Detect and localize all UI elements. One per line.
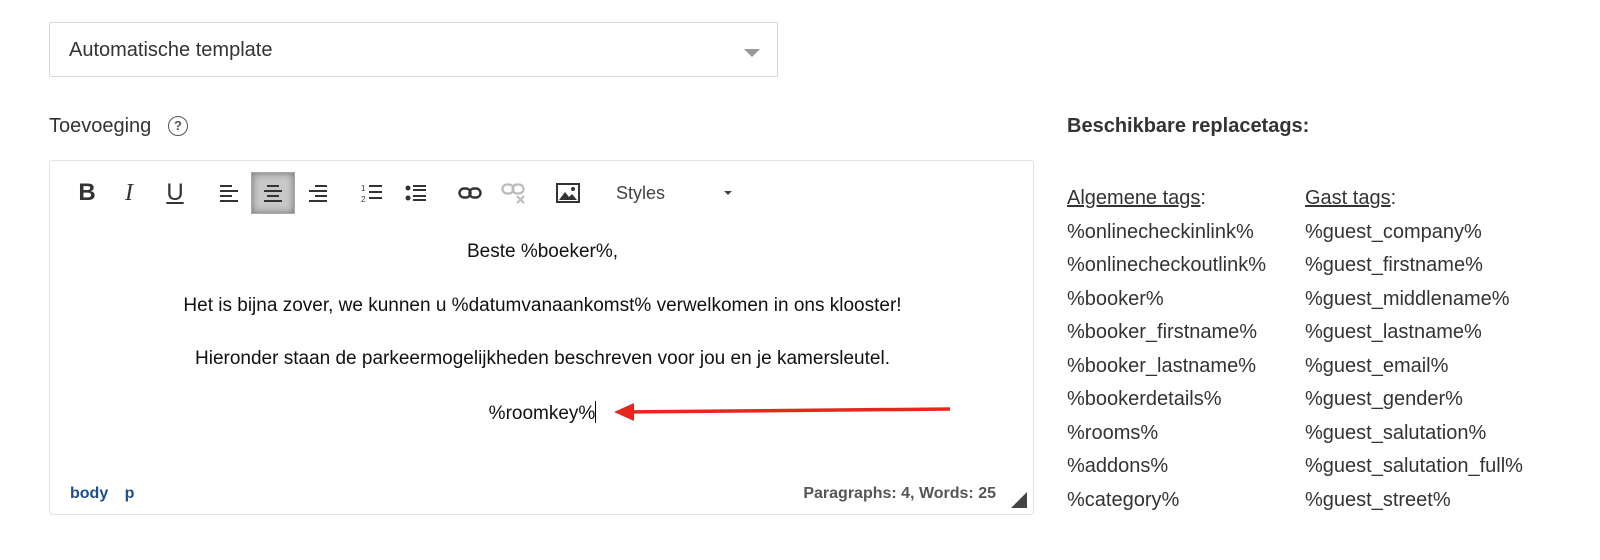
- general-tags-heading: Algemene tags:: [1067, 187, 1206, 209]
- styles-dropdown[interactable]: Styles: [616, 183, 665, 204]
- bold-button[interactable]: B: [65, 172, 109, 214]
- underline-button[interactable]: U: [153, 172, 197, 214]
- insert-image-button[interactable]: [546, 172, 590, 214]
- tag-item: %addons%: [1067, 455, 1169, 477]
- resize-handle[interactable]: [1011, 492, 1027, 508]
- tag-item: %guest_street%: [1305, 488, 1451, 511]
- numbered-list-icon: 1 2: [361, 184, 382, 203]
- svg-text:2: 2: [361, 195, 366, 203]
- tag-item: %booker_firstname%: [1067, 321, 1258, 343]
- help-icon[interactable]: ?: [168, 116, 188, 136]
- link-button[interactable]: [448, 172, 492, 214]
- general-tags-column: Algemene tags: %onlinecheckinlink% %onli…: [1067, 182, 1266, 517]
- guest-tags-heading-text: Gast tags: [1305, 187, 1391, 209]
- element-path: body p: [70, 485, 146, 503]
- tag-item: %guest_email%: [1305, 354, 1449, 377]
- unlink-icon: [501, 183, 525, 204]
- bullet-list-icon: [405, 185, 426, 201]
- editor-paragraph: Beste %boeker%,: [466, 241, 619, 262]
- guest-tags-column: Gast tags: %guest_company% %guest_firstn…: [1305, 182, 1523, 517]
- editor-paragraph: Hieronder staan de parkeermogelijkheden …: [195, 348, 890, 369]
- align-right-icon: [309, 185, 327, 202]
- svg-text:1: 1: [361, 184, 366, 193]
- tag-item: %onlinecheckinlink%: [1067, 220, 1254, 243]
- roomkey-text: %roomkey%: [488, 403, 596, 424]
- arrow-annotation: [614, 403, 951, 421]
- general-tags-heading-text: Algemene tags: [1067, 187, 1201, 209]
- italic-button[interactable]: I: [107, 172, 151, 214]
- path-item-body[interactable]: body: [70, 485, 108, 502]
- tag-item: %bookerdetails%: [1067, 388, 1222, 410]
- replace-tags-title: Beschikbare replacetags:: [1067, 115, 1310, 137]
- editor-paragraph: Het is bijna zover, we kunnen u %datumva…: [183, 295, 902, 316]
- tag-item: %guest_salutation_full%: [1305, 455, 1523, 477]
- tag-item: %category%: [1067, 488, 1180, 511]
- guest-tags-heading: Gast tags:: [1305, 187, 1397, 209]
- rich-text-editor: B I U 1 2 Styles Beste %boeker%, Het is …: [49, 160, 1034, 515]
- unlink-button[interactable]: [492, 172, 536, 214]
- numbered-list-button[interactable]: 1 2: [350, 172, 394, 214]
- styles-caret-icon[interactable]: [724, 191, 732, 195]
- tag-item: %onlinecheckoutlink%: [1067, 254, 1267, 276]
- template-select-value: Automatische template: [69, 39, 273, 61]
- align-right-button[interactable]: [296, 172, 340, 214]
- tag-item: %guest_salutation%: [1305, 421, 1487, 444]
- align-left-icon: [220, 185, 238, 202]
- chevron-down-icon: [744, 49, 760, 57]
- tag-item: %booker%: [1067, 287, 1164, 310]
- word-count: Paragraphs: 4, Words: 25: [803, 485, 996, 502]
- tag-item: %guest_company%: [1305, 220, 1482, 243]
- align-center-icon: [264, 185, 282, 202]
- tag-item: %rooms%: [1067, 421, 1159, 444]
- tag-item: %guest_gender%: [1305, 388, 1463, 410]
- template-select[interactable]: Automatische template: [49, 22, 778, 77]
- align-left-button[interactable]: [207, 172, 251, 214]
- tag-item: %guest_firstname%: [1305, 254, 1483, 276]
- align-center-button[interactable]: [251, 172, 295, 214]
- addition-label: Toevoeging: [49, 115, 152, 137]
- text-cursor: [595, 401, 597, 423]
- link-icon: [458, 187, 482, 199]
- bullet-list-button[interactable]: [394, 172, 438, 214]
- path-item-p[interactable]: p: [125, 485, 135, 502]
- tag-item: %guest_middlename%: [1305, 287, 1510, 310]
- tag-item: %guest_lastname%: [1305, 321, 1482, 343]
- image-icon: [556, 183, 580, 203]
- tag-item: %booker_lastname%: [1067, 354, 1256, 377]
